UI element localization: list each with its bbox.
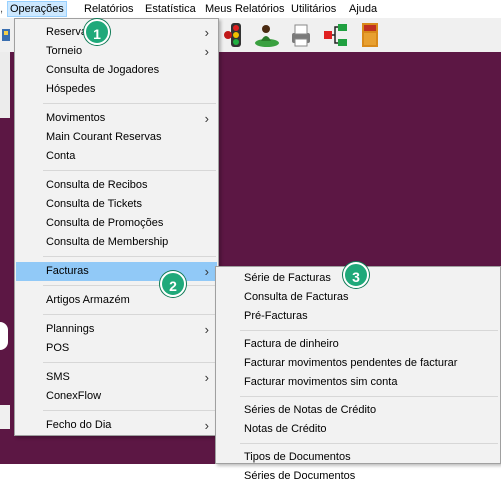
menu-item-label: ConexFlow [46, 390, 102, 402]
menu-item-consulta-de-membership[interactable]: Consulta de Membership [16, 233, 217, 252]
menu-ajuda[interactable]: Ajuda [347, 2, 379, 16]
menu-item-label: Fecho do Dia [46, 419, 112, 431]
app-icon[interactable] [0, 21, 12, 49]
submenu-item-factura-de-dinheiro[interactable]: Factura de dinheiro [217, 335, 499, 354]
menu-estatistica[interactable]: Estatística [143, 2, 198, 16]
menu-item-label: Main Courant Reservas [46, 131, 162, 143]
menu-separator [43, 256, 216, 257]
menu-separator [43, 362, 216, 363]
menubar-fragment: , [0, 3, 4, 15]
menu-separator [43, 170, 216, 171]
menu-item-pos[interactable]: POS [16, 339, 217, 358]
menu-item-label: Consulta de Recibos [46, 179, 148, 191]
menu-item-label: Hóspedes [46, 83, 96, 95]
step-badge-1: 1 [84, 19, 110, 45]
submenu-item-pre-facturas[interactable]: Pré-Facturas [217, 307, 499, 326]
menu-separator [43, 285, 216, 286]
cabinet-icon[interactable] [356, 21, 384, 49]
menu-item-facturas[interactable]: Facturas › [16, 262, 217, 281]
menu-item-label: SMS [46, 371, 70, 383]
menu-separator [240, 330, 498, 331]
menu-item-label: Consulta de Jogadores [46, 64, 160, 76]
submenu-arrow-icon: › [204, 111, 209, 126]
submenu-arrow-icon: › [204, 370, 209, 385]
menu-item-main-courant-reservas[interactable]: Main Courant Reservas [16, 128, 217, 147]
menubar: , Operações Relatórios Estatística Meus … [0, 0, 501, 18]
menu-item-torneio[interactable]: Torneio › [16, 42, 217, 61]
menu-meus-relatorios[interactable]: Meus Relatórios [203, 2, 286, 16]
menu-item-artigos-armazem[interactable]: Artigos Armazém [16, 291, 217, 310]
menu-item-plannings[interactable]: Plannings › [16, 320, 217, 339]
menu-item-conexflow[interactable]: ConexFlow [16, 387, 217, 406]
facturas-submenu: Série de Facturas Consulta de Facturas Pré… [215, 266, 501, 482]
submenu-item-notas-de-credito[interactable]: Notas de Crédito [217, 420, 499, 439]
menu-separator [240, 396, 498, 397]
submenu-item-series-de-notas-de-credito[interactable]: Séries de Notas de Crédito [217, 401, 499, 420]
menu-operacoes[interactable]: Operações [7, 1, 67, 17]
menu-separator [43, 314, 216, 315]
submenu-item-facturar-movimentos-pendentes-de-facturar[interactable]: Facturar movimentos pendentes de factura… [217, 354, 499, 373]
submenu-item-tipos-de-documentos[interactable]: Tipos de Documentos [217, 448, 499, 467]
submenu-arrow-icon: › [204, 322, 209, 337]
step-badge-2: 2 [160, 271, 186, 297]
golfer-icon[interactable] [253, 21, 281, 49]
menu-item-hospedes[interactable]: Hóspedes [16, 80, 217, 99]
menu-item-label: Conta [46, 150, 76, 162]
menu-item-label: Consulta de Tickets [46, 198, 142, 210]
menu-item-label: Consulta de Membership [46, 236, 169, 248]
operacoes-dropdown: Reservas › Torneio › Consulta de Jogadores Hó… [14, 18, 219, 436]
traffic-light-icon[interactable] [222, 21, 250, 49]
menu-item-fecho-do-dia[interactable]: Fecho do Dia › [16, 416, 217, 435]
menu-item-label: Plannings [46, 323, 95, 335]
menu-item-reservas[interactable]: Reservas › [16, 23, 217, 42]
menu-item-label: Facturas [46, 265, 89, 277]
menu-utilitarios[interactable]: Utilitários [289, 2, 338, 16]
menu-item-label: Torneio [46, 45, 83, 57]
menu-separator [43, 103, 216, 104]
menu-separator [43, 410, 216, 411]
submenu-arrow-icon: › [204, 44, 209, 59]
menu-item-consulta-de-jogadores[interactable]: Consulta de Jogadores [16, 61, 217, 80]
left-panel-top [0, 52, 10, 118]
step-badge-3: 3 [343, 262, 369, 288]
menu-item-consulta-de-promocoes[interactable]: Consulta de Promoções [16, 214, 217, 233]
submenu-arrow-icon: › [204, 264, 209, 279]
submenu-item-facturar-movimentos-sim-conta[interactable]: Facturar movimentos sim conta [217, 373, 499, 392]
menu-item-consulta-de-recibos[interactable]: Consulta de Recibos [16, 176, 217, 195]
menu-item-label: Artigos Armazém [46, 294, 130, 306]
submenu-arrow-icon: › [204, 25, 209, 40]
menu-item-label: Movimentos [46, 112, 106, 124]
menu-relatorios[interactable]: Relatórios [82, 2, 136, 16]
left-panel-tab [0, 322, 8, 350]
menu-item-consulta-de-tickets[interactable]: Consulta de Tickets [16, 195, 217, 214]
menu-item-sms[interactable]: SMS › [16, 368, 217, 387]
left-panel-bottom [0, 405, 10, 429]
menu-item-movimentos[interactable]: Movimentos › [16, 109, 217, 128]
menu-separator [240, 443, 498, 444]
menu-item-conta[interactable]: Conta [16, 147, 217, 166]
menu-item-label: POS [46, 342, 70, 354]
submenu-item-series-de-documentos[interactable]: Séries de Documentos [217, 467, 499, 486]
menu-item-label: Consulta de Promoções [46, 217, 164, 229]
submenu-item-consulta-de-facturas[interactable]: Consulta de Facturas [217, 288, 499, 307]
printer-icon[interactable] [287, 21, 315, 49]
submenu-arrow-icon: › [204, 418, 209, 433]
network-icon[interactable] [322, 21, 350, 49]
